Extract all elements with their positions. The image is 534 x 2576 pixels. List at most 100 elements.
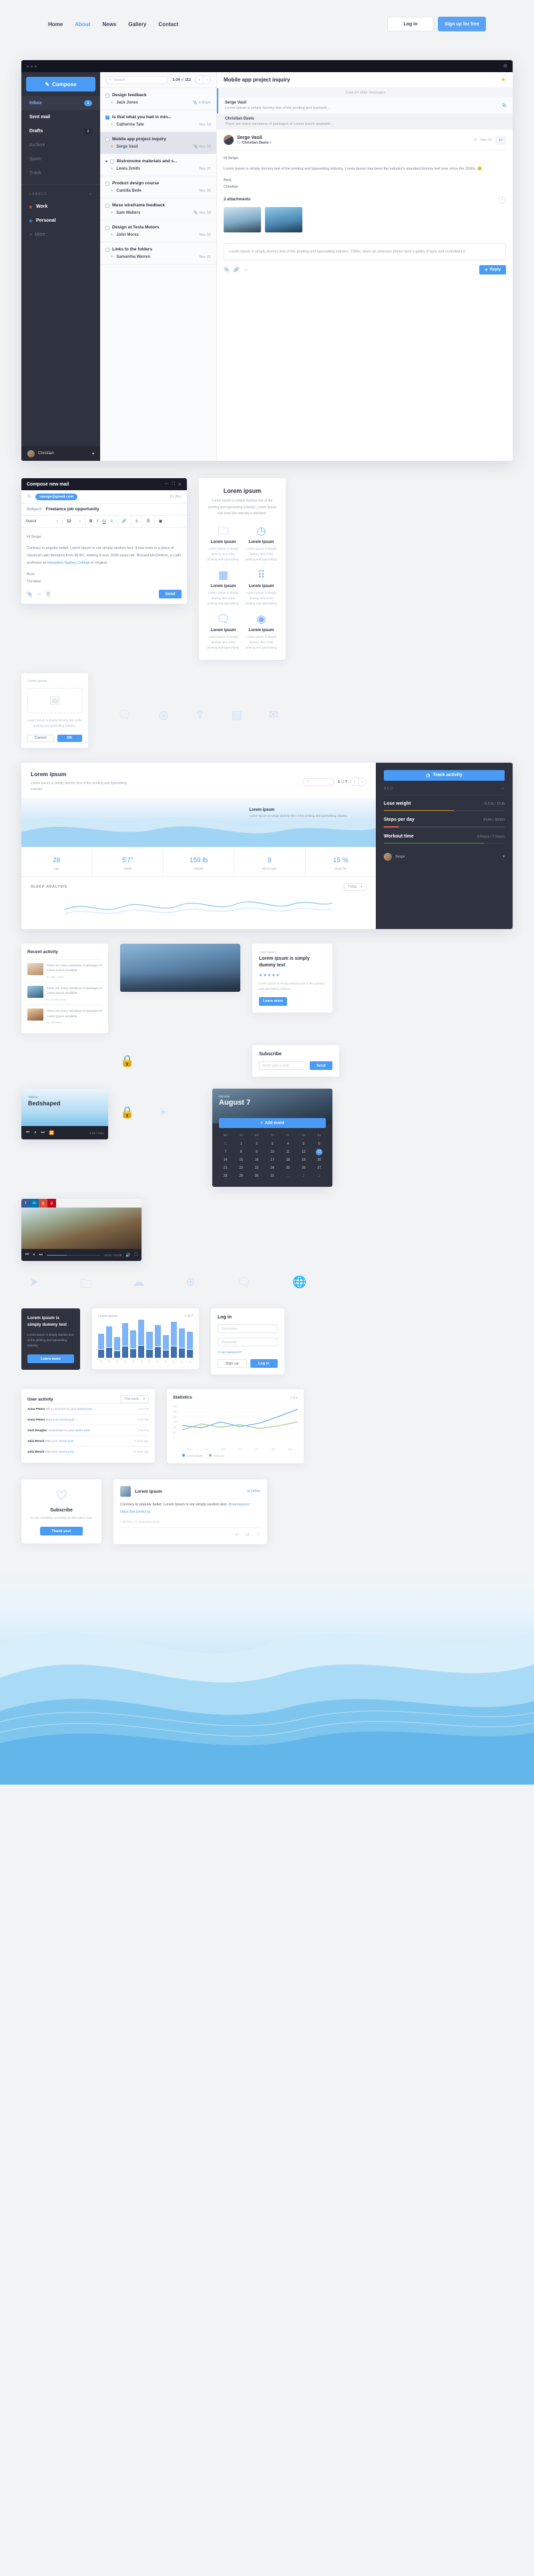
link-icon[interactable]: 🔗 xyxy=(234,267,240,272)
row-checkbox[interactable] xyxy=(105,225,109,230)
send-icon[interactable]: ➤ xyxy=(29,1276,39,1295)
list-item[interactable]: There are many variations of passages of… xyxy=(27,958,102,982)
collapsed-message[interactable]: Christian Davis There are many variation… xyxy=(217,114,513,130)
retweet-icon[interactable]: ⇄ xyxy=(246,1532,250,1537)
video-frame[interactable] xyxy=(21,1208,142,1250)
activity-link[interactable]: recent post xyxy=(59,1450,73,1453)
sidebar-item-sent[interactable]: Sent mail xyxy=(21,110,100,124)
eye-icon[interactable]: ◎ xyxy=(159,709,169,722)
image-icon[interactable]: ▣ xyxy=(155,516,167,527)
row-checkbox[interactable] xyxy=(105,247,109,252)
chevron-right-icon[interactable]: › xyxy=(499,196,506,204)
emoji-icon[interactable]: ☺ xyxy=(37,592,41,596)
tweet-link[interactable]: https://bit.ly/lnkx1q xyxy=(120,1510,150,1514)
calendar-day[interactable]: 31 xyxy=(264,1172,280,1180)
text-color-button[interactable]: A xyxy=(110,520,113,524)
list-item[interactable]: There are many variations of passages of… xyxy=(27,981,102,1004)
add-goal-row[interactable]: ADD + xyxy=(384,787,505,791)
star-icon[interactable]: ★ xyxy=(110,122,113,127)
load-older-button[interactable]: Load 24 older messages xyxy=(217,88,513,98)
reply-textarea[interactable]: Lorem Ipsum is simply dummy text of the … xyxy=(224,242,506,261)
calendar-day[interactable]: 26 xyxy=(296,1164,311,1172)
chevron-down-icon[interactable]: ▾ xyxy=(503,855,505,859)
reply-icon[interactable]: ↩ xyxy=(495,135,506,145)
nav-link-home[interactable]: Home xyxy=(48,21,63,27)
mail-list-item[interactable]: Is that what you had in min... ★Catherine… xyxy=(100,110,216,132)
prev-page-icon[interactable]: ‹ xyxy=(351,778,358,785)
collapsed-message[interactable]: Serge Vasil Lorem Ipsum is simply dummy … xyxy=(217,98,513,114)
progress-bar[interactable] xyxy=(46,1254,101,1256)
reply-button[interactable]: ✈ Reply xyxy=(479,265,506,275)
password-input[interactable]: Password xyxy=(218,1338,278,1347)
row-checkbox[interactable] xyxy=(105,181,109,186)
calendar-day[interactable]: 8 xyxy=(233,1148,248,1156)
sidebar-more[interactable]: + More xyxy=(21,228,100,242)
minimize-icon[interactable]: — xyxy=(165,482,169,487)
calendar-day[interactable]: 14 xyxy=(218,1156,233,1164)
add-event-button[interactable]: + Add event xyxy=(219,1118,326,1129)
pause-icon[interactable]: ⏸ xyxy=(34,1131,36,1135)
next-icon[interactable]: ⏭ xyxy=(41,1131,44,1135)
sidebar-item-trash[interactable]: Trash xyxy=(21,166,100,180)
recipient-chip[interactable]: vasege@gmail.com xyxy=(35,493,78,500)
star-icon[interactable]: ★ xyxy=(474,138,477,142)
calendar-day[interactable]: 18 xyxy=(280,1156,296,1164)
sleep-filter-select[interactable]: Today ▾ xyxy=(344,882,366,891)
prev-icon[interactable]: ⏮ xyxy=(26,1131,29,1135)
volume-icon[interactable]: 🔊 xyxy=(125,1253,130,1258)
calendar-day[interactable]: 7 xyxy=(218,1148,233,1156)
fullscreen-icon[interactable]: ⛶ xyxy=(135,1253,138,1258)
chat-icon[interactable]: 🗨 xyxy=(117,709,132,722)
row-checkbox[interactable] xyxy=(105,203,109,208)
attachment-thumbnail[interactable] xyxy=(224,206,261,232)
login-button[interactable]: Log in xyxy=(387,17,434,31)
compose-body[interactable]: Hi Serge, Contrary to popular belief, Lo… xyxy=(21,528,187,586)
activity-filter-select[interactable]: This week ▾ xyxy=(119,1395,149,1404)
compose-link[interactable]: Hampden-Sydney College xyxy=(47,561,90,565)
calendar-day[interactable]: 4 xyxy=(280,1140,296,1148)
chevron-down-icon[interactable]: ▾ xyxy=(92,451,94,456)
username-input[interactable]: Username xyxy=(218,1324,278,1334)
align-icon[interactable]: ≡ xyxy=(131,516,143,527)
send-button[interactable]: Send xyxy=(159,590,182,598)
next-page-icon[interactable]: › xyxy=(358,778,366,786)
calendar-day[interactable]: 2 xyxy=(296,1172,311,1180)
calendar-day[interactable]: 2 xyxy=(249,1140,264,1148)
calendar-day[interactable]: 21 xyxy=(218,1164,233,1172)
bar-chart-filter[interactable]: Lorem ipsum xyxy=(98,1314,117,1318)
table-row[interactable]: Julia Bench liked your recent post 5 days… xyxy=(27,1446,149,1457)
close-icon[interactable]: ✕ xyxy=(178,482,182,487)
calendar-day[interactable]: 9 xyxy=(249,1148,264,1156)
sidebar-label-work[interactable]: Work xyxy=(21,200,100,214)
activity-link[interactable]: recent post xyxy=(77,1407,92,1411)
mail-list-item[interactable]: Design feedback ★ Jack Jones 📎 4:30pm xyxy=(100,88,216,110)
cancel-button[interactable]: Cancel xyxy=(27,734,54,742)
nav-link-news[interactable]: News xyxy=(102,21,116,27)
compose-subject-row[interactable]: Subject: Freelance job opportunity xyxy=(21,504,187,516)
mail-list-item[interactable]: Links to the folders ★ Samantha Warren Nov … xyxy=(100,242,216,264)
mail-list-item[interactable]: Mobile app project inquiry ★ Serge Vasil 📎 N… xyxy=(100,132,216,154)
link-icon[interactable]: 🔗 xyxy=(117,516,131,527)
pause-icon[interactable]: ⏸ xyxy=(33,1253,35,1258)
nav-link-gallery[interactable]: Gallery xyxy=(128,21,146,27)
star-icon[interactable]: ★ xyxy=(110,188,113,193)
trash-icon[interactable]: 🗑 xyxy=(45,592,51,597)
sun-icon[interactable]: ☀ xyxy=(158,1106,168,1119)
attachment-thumbnail[interactable] xyxy=(265,206,302,232)
login-button[interactable]: Log in xyxy=(250,1359,278,1368)
star-icon[interactable]: ★ xyxy=(110,232,113,237)
mail-list-item[interactable]: Product design course ★ Camilla Belle Nov 0… xyxy=(100,176,216,198)
google-plus-icon[interactable]: g xyxy=(39,1199,47,1208)
sidebar-user[interactable]: Christian ▾ xyxy=(21,446,100,461)
calendar-day[interactable]: 12 xyxy=(296,1148,311,1156)
calendar-day[interactable]: 15 xyxy=(233,1156,248,1164)
calendar-day[interactable]: 23 xyxy=(249,1164,264,1172)
table-row[interactable]: Anna Peters left a comment on your recen… xyxy=(27,1403,149,1414)
cloud-icon[interactable]: ☁ xyxy=(133,1276,144,1295)
star-icon[interactable]: ★ xyxy=(501,76,506,83)
email-input[interactable]: Enter your e-mail xyxy=(259,1061,306,1071)
reply-icon[interactable]: ↩ xyxy=(235,1532,239,1537)
forgot-password-link[interactable]: Forgot password? xyxy=(218,1350,278,1354)
activity-link[interactable]: recent post xyxy=(75,1429,89,1432)
fitness-user[interactable]: Serge ▾ xyxy=(384,853,505,862)
